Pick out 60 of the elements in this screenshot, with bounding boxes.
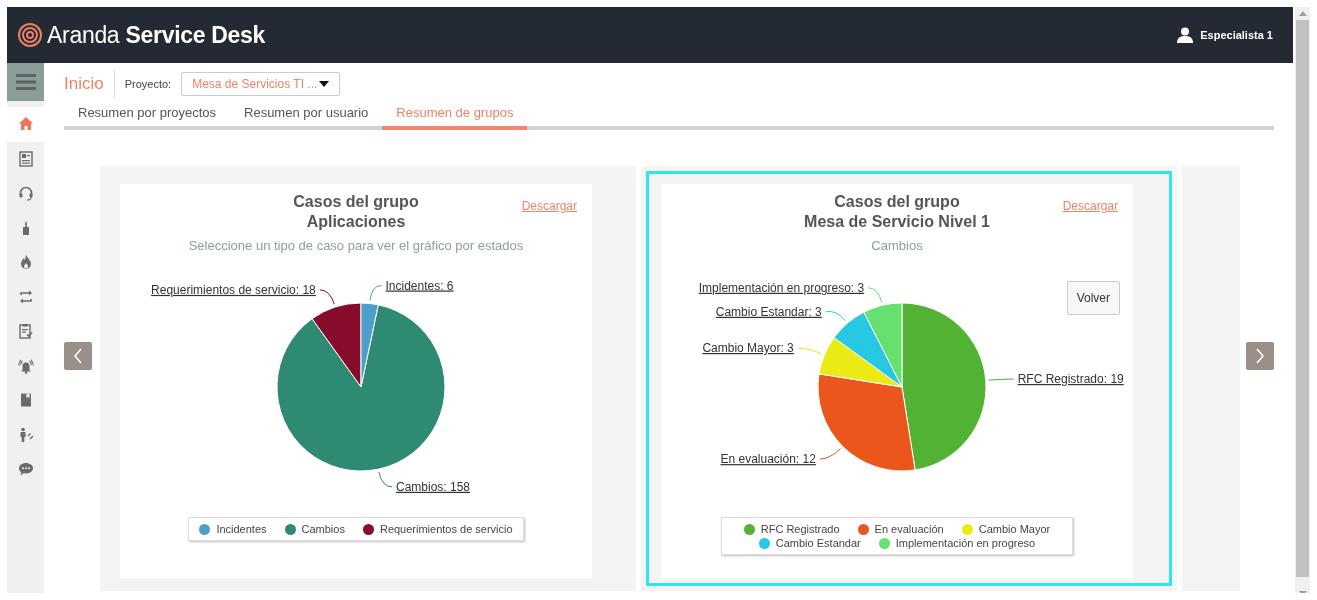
menu-icon bbox=[15, 74, 36, 90]
data-label[interactable]: Implementación en progreso: 3 bbox=[698, 280, 865, 295]
id-card-icon bbox=[17, 150, 34, 167]
leader-line bbox=[369, 285, 382, 301]
leader-line bbox=[378, 471, 393, 488]
caret-icon bbox=[319, 81, 330, 87]
leader-line bbox=[825, 310, 846, 322]
back-button[interactable]: Volver bbox=[1066, 281, 1120, 315]
menu-button[interactable] bbox=[7, 63, 44, 101]
tab[interactable]: Resumen por usuario bbox=[230, 105, 383, 130]
carousel-panel[interactable] bbox=[641, 166, 1177, 591]
chevron-left-icon bbox=[73, 348, 83, 364]
previous-button[interactable] bbox=[64, 342, 92, 370]
scroll-up-icon[interactable] bbox=[1298, 11, 1307, 16]
leader-line bbox=[988, 378, 1015, 381]
user-name[interactable]: Especialista 1 bbox=[1200, 29, 1273, 41]
chart-subtitle: Cambios bbox=[871, 238, 923, 253]
chart-title: Casos del grupo bbox=[833, 192, 961, 212]
data-label[interactable]: Cambio Mayor: 3 bbox=[702, 341, 794, 355]
refresh-icon bbox=[17, 288, 34, 305]
data-label[interactable]: Cambios: 158 bbox=[396, 479, 471, 494]
user-icon bbox=[1177, 27, 1194, 43]
scrollbar[interactable] bbox=[1295, 7, 1310, 593]
leader-line bbox=[819, 448, 841, 460]
project-label: Proyecto: bbox=[124, 78, 172, 90]
page-title: Inicio bbox=[64, 74, 104, 94]
clipboard-icon bbox=[17, 323, 34, 340]
tab[interactable]: Resumen por proyectos bbox=[64, 105, 230, 130]
data-label[interactable]: Requerimientos de servicio: 18 bbox=[151, 282, 316, 297]
legend-label[interactable]: Incidentes bbox=[216, 523, 267, 535]
chevron-right-icon bbox=[1255, 348, 1265, 364]
headset-icon bbox=[17, 185, 34, 202]
home-icon bbox=[17, 116, 34, 133]
data-label[interactable]: RFC Registrado: 19 bbox=[1017, 372, 1124, 386]
data-label[interactable]: En evaluación: 12 bbox=[720, 452, 816, 467]
alarm-bell-icon bbox=[17, 357, 34, 374]
next-button[interactable] bbox=[1246, 342, 1274, 370]
leader-line bbox=[867, 287, 883, 303]
legend-label[interactable]: Requerimientos de servicio bbox=[379, 523, 513, 535]
data-label[interactable]: Incidentes: 6 bbox=[385, 278, 454, 293]
group-name: Mesa de Servicio Nivel 1 bbox=[804, 212, 990, 232]
chart-title: Casos del grupo bbox=[293, 192, 419, 212]
legend-label[interactable]: Implementación en progreso bbox=[895, 537, 1036, 549]
logo-icon bbox=[17, 22, 43, 48]
chart-subtitle: Seleccione un tipo de caso para ver el gráfico por estados bbox=[188, 238, 524, 253]
carousel-panel[interactable] bbox=[100, 166, 636, 591]
legend-label[interactable]: Cambio Estandar bbox=[775, 537, 861, 549]
legend-label[interactable]: Cambio Mayor bbox=[978, 523, 1051, 535]
pie-slice[interactable] bbox=[276, 304, 446, 472]
legend-label[interactable]: Cambios bbox=[301, 523, 345, 535]
leader-line bbox=[797, 347, 823, 355]
group-name: Aplicaciones bbox=[305, 212, 407, 232]
pie-slice[interactable] bbox=[311, 302, 362, 388]
legend-label[interactable]: RFC Registrado bbox=[760, 523, 840, 535]
data-label[interactable]: Cambio Estandar: 3 bbox=[715, 304, 822, 319]
app-title: Aranda Service Desk bbox=[47, 21, 266, 49]
leader-line bbox=[319, 289, 335, 305]
chat-icon bbox=[17, 461, 34, 478]
legend-label[interactable]: En evaluación bbox=[874, 523, 944, 535]
pie-slice[interactable] bbox=[360, 302, 379, 388]
